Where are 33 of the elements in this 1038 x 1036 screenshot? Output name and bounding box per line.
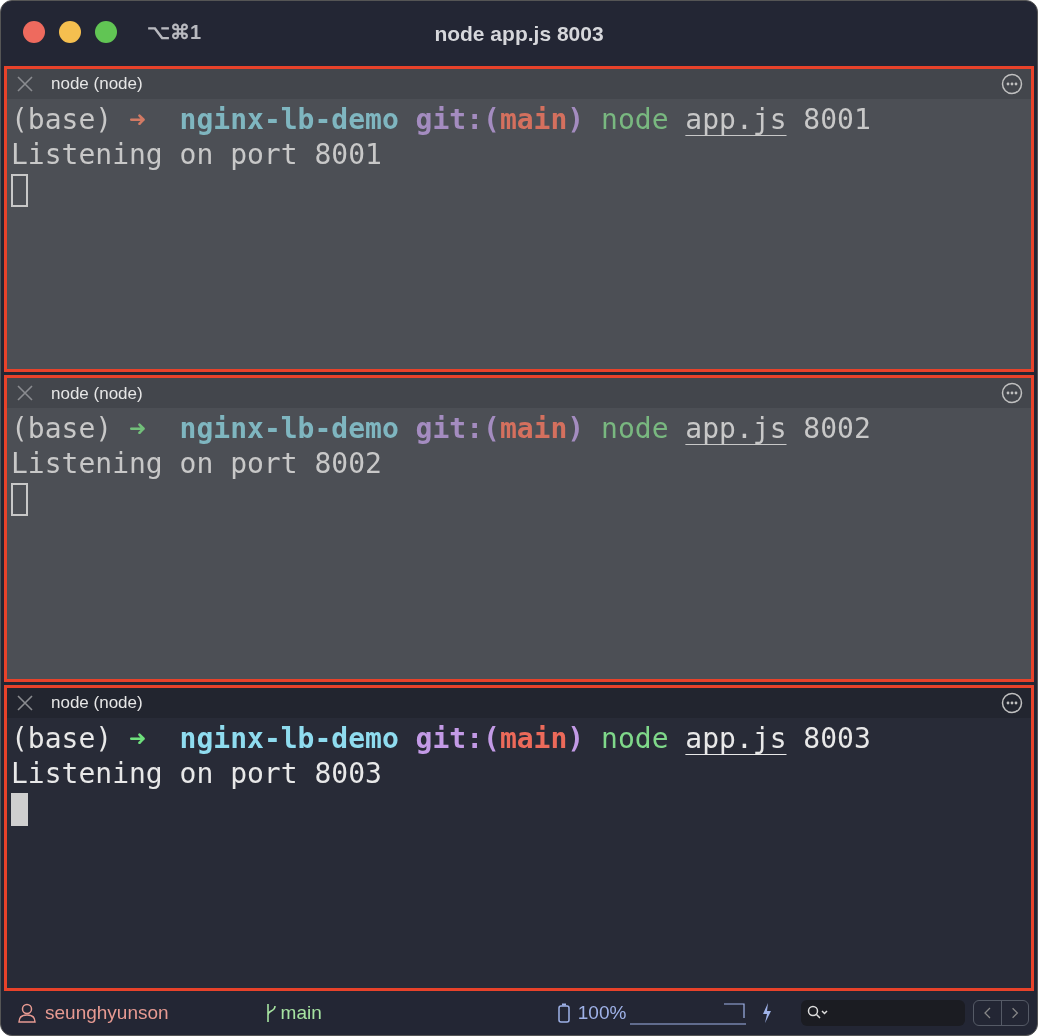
output-line: Listening on port 8001 xyxy=(11,137,383,172)
terminal-pane[interactable]: node (node) (base) ➜ nginx-lb-demo git:(main) node app.js 8002 Listening on port 8002 xyxy=(4,375,1034,682)
close-icon[interactable] xyxy=(17,694,33,711)
battery-icon xyxy=(557,1003,570,1023)
minimize-button[interactable] xyxy=(59,21,81,43)
close-icon[interactable] xyxy=(17,76,33,92)
more-icon[interactable] xyxy=(1001,382,1023,405)
terminal-pane[interactable]: node (node) (base) ➜ nginx-lb-demo git:(main) node app.js 8003 Listening on port 8003 xyxy=(4,684,1034,991)
pane-title: node (node) xyxy=(51,382,143,405)
close-button[interactable] xyxy=(23,21,45,43)
more-icon[interactable] xyxy=(1001,73,1023,95)
prompt-line: (base) ➜ nginx-lb-demo git:(main) node app.js 8002 xyxy=(11,411,872,447)
branch-icon xyxy=(264,1003,277,1023)
output-line: Listening on port 8003 xyxy=(11,755,383,791)
terminal-pane[interactable]: node (node) (base) ➜ nginx-lb-demo git:(main) node app.js 8001 Listening on port 8001 xyxy=(4,66,1034,373)
cpu-graph-icon xyxy=(630,1001,747,1025)
prompt-line: (base) ➜ nginx-lb-demo git:(main) node app.js 8003 xyxy=(11,720,872,756)
output-line: Listening on port 8002 xyxy=(11,446,383,482)
pane-title: node (node) xyxy=(51,73,143,96)
shortcut-label: ⌥⌘1 xyxy=(147,20,202,45)
branch-label: main xyxy=(280,1000,322,1025)
more-icon[interactable] xyxy=(1001,691,1023,714)
prompt-line: (base) ➜ nginx-lb-demo git:(main) node app.js 8001 xyxy=(11,102,872,137)
user-icon xyxy=(17,1003,37,1023)
pane-title: node (node) xyxy=(51,691,143,714)
window-title: node app.js 8003 xyxy=(434,22,604,45)
search-icon xyxy=(807,1005,829,1021)
battery-label: 100% xyxy=(577,1000,627,1025)
close-icon[interactable] xyxy=(17,385,33,402)
lightning-icon xyxy=(762,1003,773,1023)
search-field[interactable] xyxy=(801,1000,965,1026)
zoom-button[interactable] xyxy=(95,21,117,43)
user-name: seunghyunson xyxy=(45,1000,169,1025)
